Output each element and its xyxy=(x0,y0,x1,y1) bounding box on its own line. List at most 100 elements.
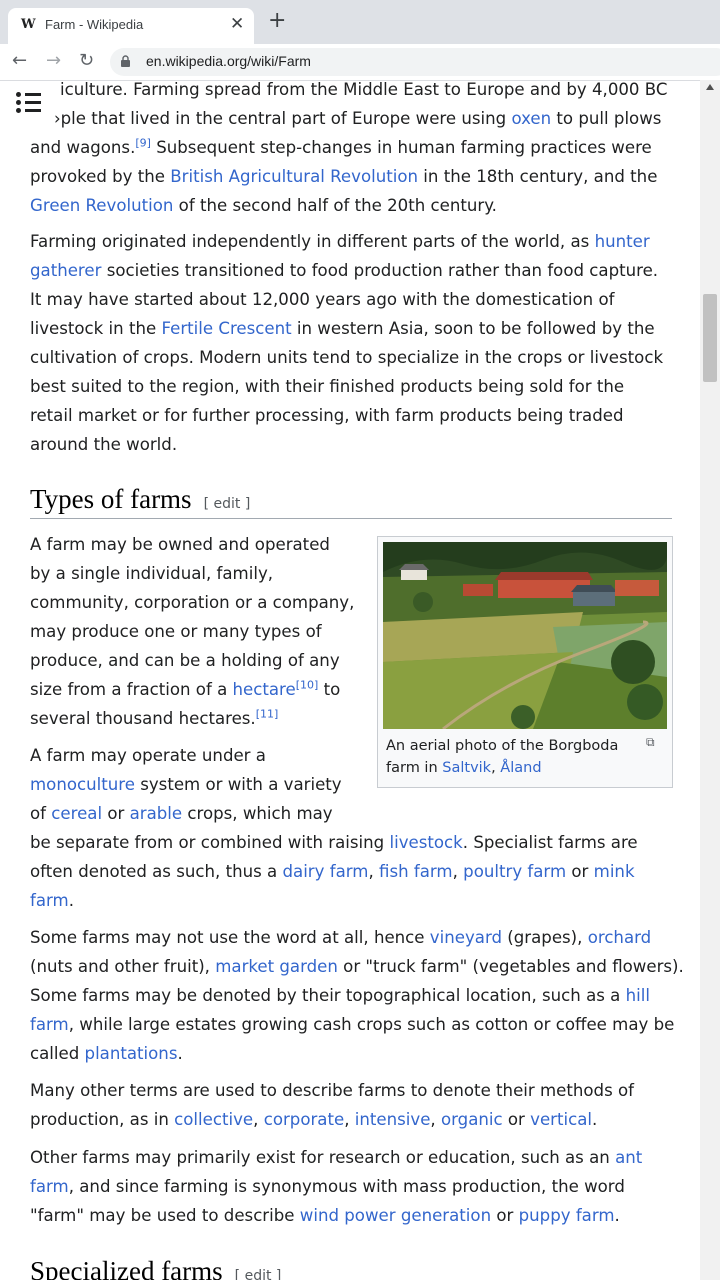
reload-button[interactable]: ↻ xyxy=(79,50,94,71)
text: of the second half of the 20th century. xyxy=(173,196,497,215)
text-line: cultivation of crops. Modern units tend … xyxy=(30,348,664,367)
browser-toolbar: ← → ↻ en.wikipedia.org/wiki/Farm xyxy=(0,44,720,81)
text-line: It may have started about 12,000 years a… xyxy=(30,290,615,309)
link-monoculture[interactable]: monoculture xyxy=(30,775,135,794)
text: , xyxy=(344,1110,355,1129)
article-content: iculture. Farming spread from the Middle… xyxy=(0,80,700,1280)
link-hill-farm-cont[interactable]: farm xyxy=(30,1015,69,1034)
edit-section-link[interactable]: [ edit ] xyxy=(235,1268,282,1280)
link-hill-farm[interactable]: hill xyxy=(626,986,650,1005)
link-wind-power-generation[interactable]: wind power generation xyxy=(300,1206,491,1225)
text: Farming originated independently in diff… xyxy=(30,232,595,251)
link-arable[interactable]: arable xyxy=(130,804,183,823)
menu-dot xyxy=(16,108,21,113)
text: , xyxy=(430,1110,441,1129)
link-mink-farm-cont[interactable]: farm xyxy=(30,891,69,910)
text: or xyxy=(102,804,130,823)
text: in the 18th century, and the xyxy=(418,167,658,186)
menu-icon[interactable] xyxy=(16,92,42,114)
text: "farm" may be used to describe xyxy=(30,1206,300,1225)
text-line: Many other terms are used to describe fa… xyxy=(30,1081,634,1100)
link-organic[interactable]: organic xyxy=(441,1110,503,1129)
text: crops, which may xyxy=(182,804,333,823)
text: ›ple that lived in the central part of E… xyxy=(54,109,512,128)
text: . xyxy=(592,1110,598,1129)
text: , xyxy=(368,862,379,881)
link-vineyard[interactable]: vineyard xyxy=(430,928,502,947)
link-vertical[interactable]: vertical xyxy=(530,1110,592,1129)
link-puppy-farm[interactable]: puppy farm xyxy=(519,1206,615,1225)
text: Some farms may be denoted by their topog… xyxy=(30,986,626,1005)
text: Other farms may primarily exist for rese… xyxy=(30,1148,616,1167)
link-hectare[interactable]: hectare xyxy=(233,680,296,699)
link-dairy-farm[interactable]: dairy farm xyxy=(283,862,369,881)
link-market-garden[interactable]: market garden xyxy=(215,957,338,976)
link-intensive[interactable]: intensive xyxy=(355,1110,431,1129)
reference-10[interactable]: [10] xyxy=(296,678,319,691)
link-collective[interactable]: collective xyxy=(174,1110,253,1129)
link-fertile-crescent[interactable]: Fertile Crescent xyxy=(161,319,291,338)
link-mink-farm[interactable]: mink xyxy=(594,862,635,881)
text-line: by a single individual, family, xyxy=(30,564,274,583)
link-hunter-gatherer[interactable]: hunter xyxy=(595,232,650,251)
text: , xyxy=(452,862,464,881)
link-orchard[interactable]: orchard xyxy=(588,928,651,947)
text: . xyxy=(177,1044,183,1063)
link-green-revolution[interactable]: Green Revolution xyxy=(30,196,173,215)
link-british-agricultural-revolution[interactable]: British Agricultural Revolution xyxy=(170,167,418,186)
edit-section-link[interactable]: [ edit ] xyxy=(204,496,251,512)
menu-dot xyxy=(16,92,21,97)
paragraph-operation: A farm may operate under a monoculture s… xyxy=(30,741,672,915)
menu-line xyxy=(25,101,41,104)
menu-line xyxy=(25,109,41,112)
link-hunter-gatherer-cont[interactable]: gatherer xyxy=(30,261,101,280)
browser-tab[interactable]: W Farm - Wikipedia ✕ xyxy=(8,8,254,44)
address-bar[interactable]: en.wikipedia.org/wiki/Farm xyxy=(110,48,720,76)
text: be separate from or combined with raisin… xyxy=(30,833,390,852)
text-line: around the world. xyxy=(30,435,178,454)
text: and wagons. xyxy=(30,138,136,157)
text: in western Asia, soon to be followed by … xyxy=(291,319,655,338)
scrollbar[interactable] xyxy=(700,80,720,1280)
text: called xyxy=(30,1044,85,1063)
link-corporate[interactable]: corporate xyxy=(264,1110,345,1129)
link-plantations[interactable]: plantations xyxy=(85,1044,178,1063)
reference-11[interactable]: [11] xyxy=(256,707,279,720)
back-button[interactable]: ← xyxy=(12,50,27,71)
reference-9[interactable]: [9] xyxy=(135,136,151,149)
link-oxen[interactable]: oxen xyxy=(511,109,551,128)
new-tab-button[interactable]: + xyxy=(268,10,286,32)
text-line: may produce one or many types of xyxy=(30,622,322,641)
menu-dot xyxy=(16,100,21,105)
text: . xyxy=(614,1206,620,1225)
scroll-up-arrow-icon[interactable] xyxy=(706,84,714,90)
url-text: en.wikipedia.org/wiki/Farm xyxy=(146,53,311,69)
text: or xyxy=(502,1110,531,1129)
section-heading-specialized-farms: Specialized farms [ edit ] xyxy=(30,1256,281,1280)
link-ant-farm[interactable]: ant xyxy=(615,1148,642,1167)
text: . xyxy=(68,891,74,910)
text: Subsequent step-changes in human farming… xyxy=(150,138,652,157)
text: or xyxy=(491,1206,519,1225)
text: , and since farming is synonymous with m… xyxy=(68,1177,625,1196)
tab-strip: W Farm - Wikipedia ✕ + xyxy=(0,0,720,44)
text: often denoted as such, thus a xyxy=(30,862,283,881)
paragraph-origins: Farming originated independently in diff… xyxy=(30,227,672,459)
text: (nuts and other fruit), xyxy=(30,957,216,976)
close-tab-icon[interactable]: ✕ xyxy=(230,14,244,34)
text: to pull plows xyxy=(551,109,662,128)
text: Some farms may not use the word at all, … xyxy=(30,928,430,947)
scrollbar-thumb[interactable] xyxy=(703,294,717,382)
forward-button[interactable]: → xyxy=(46,50,61,71)
text: several thousand hectares. xyxy=(30,709,256,728)
text: of xyxy=(30,804,52,823)
text: production, as in xyxy=(30,1110,175,1129)
link-poultry-farm[interactable]: poultry farm xyxy=(463,862,566,881)
link-cereal[interactable]: cereal xyxy=(51,804,102,823)
section-heading-types-of-farms: Types of farms [ edit ] xyxy=(30,484,250,515)
menu-line xyxy=(25,93,41,96)
link-ant-farm-cont[interactable]: farm xyxy=(30,1177,69,1196)
link-fish-farm[interactable]: fish farm xyxy=(379,862,453,881)
link-livestock[interactable]: livestock xyxy=(389,833,462,852)
paragraph-naming: Some farms may not use the word at all, … xyxy=(30,923,684,1068)
